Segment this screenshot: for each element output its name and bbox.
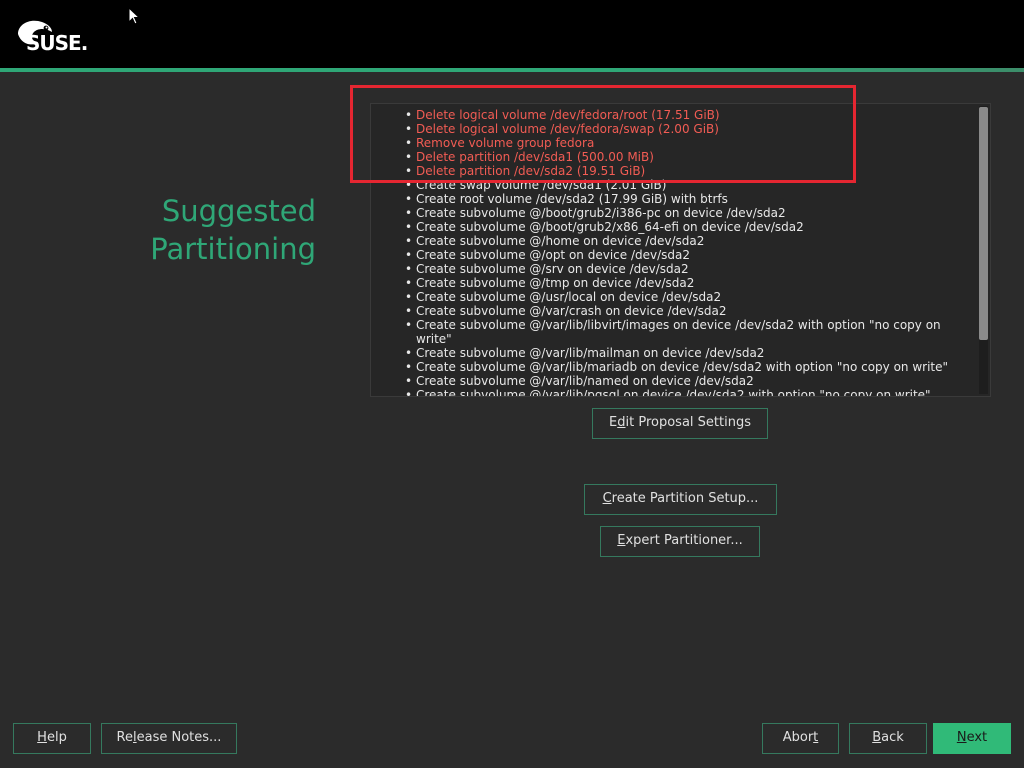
partition-proposal-summary[interactable]: Delete logical volume /dev/fedora/root (… <box>370 103 991 397</box>
header-accent-line <box>0 68 1024 72</box>
release-notes-button[interactable]: Release Notes... <box>101 723 237 754</box>
mouse-pointer-icon <box>128 7 140 25</box>
create-action-item: Create subvolume @/var/lib/pgsql on devi… <box>405 388 965 396</box>
next-button[interactable]: Next <box>933 723 1011 754</box>
delete-action-item: Delete logical volume /dev/fedora/swap (… <box>405 122 965 136</box>
page-title: Suggested Partitioning <box>130 192 316 268</box>
create-action-item: Create subvolume @/tmp on device /dev/sd… <box>405 276 965 290</box>
expert-partitioner-button[interactable]: Expert Partitioner... <box>600 526 760 557</box>
create-action-item: Create subvolume @/var/lib/libvirt/image… <box>405 318 965 346</box>
create-action-item: Create subvolume @/boot/grub2/i386-pc on… <box>405 206 965 220</box>
suse-logo-text: SUSE. <box>26 31 88 55</box>
help-button[interactable]: Help <box>13 723 91 754</box>
create-action-item: Create subvolume @/opt on device /dev/sd… <box>405 248 965 262</box>
create-action-item: Create swap volume /dev/sda1 (2.01 GiB) <box>405 178 965 192</box>
scrollbar-thumb[interactable] <box>979 107 988 340</box>
create-action-item: Create subvolume @/home on device /dev/s… <box>405 234 965 248</box>
delete-action-item: Delete logical volume /dev/fedora/root (… <box>405 108 965 122</box>
page-title-line1: Suggested <box>161 194 316 228</box>
top-bar: SUSE. <box>0 0 1024 70</box>
create-action-item: Create subvolume @/srv on device /dev/sd… <box>405 262 965 276</box>
create-action-item: Create subvolume @/boot/grub2/x86_64-efi… <box>405 220 965 234</box>
create-action-item: Create subvolume @/var/crash on device /… <box>405 304 965 318</box>
create-action-item: Create subvolume @/var/lib/mariadb on de… <box>405 360 965 374</box>
back-button[interactable]: Back <box>849 723 927 754</box>
create-action-item: Create subvolume @/usr/local on device /… <box>405 290 965 304</box>
proposal-action-list: Delete logical volume /dev/fedora/root (… <box>405 108 965 396</box>
delete-action-item: Delete partition /dev/sda2 (19.51 GiB) <box>405 164 965 178</box>
create-partition-setup-button[interactable]: Create Partition Setup... <box>584 484 777 515</box>
page-title-line2: Partitioning <box>150 232 316 266</box>
create-action-item: Create root volume /dev/sda2 (17.99 GiB)… <box>405 192 965 206</box>
abort-button[interactable]: Abort <box>762 723 839 754</box>
edit-proposal-settings-button[interactable]: Edit Proposal Settings <box>592 408 768 439</box>
delete-action-item: Remove volume group fedora <box>405 136 965 150</box>
create-action-item: Create subvolume @/var/lib/named on devi… <box>405 374 965 388</box>
create-action-item: Create subvolume @/var/lib/mailman on de… <box>405 346 965 360</box>
delete-action-item: Delete partition /dev/sda1 (500.00 MiB) <box>405 150 965 164</box>
